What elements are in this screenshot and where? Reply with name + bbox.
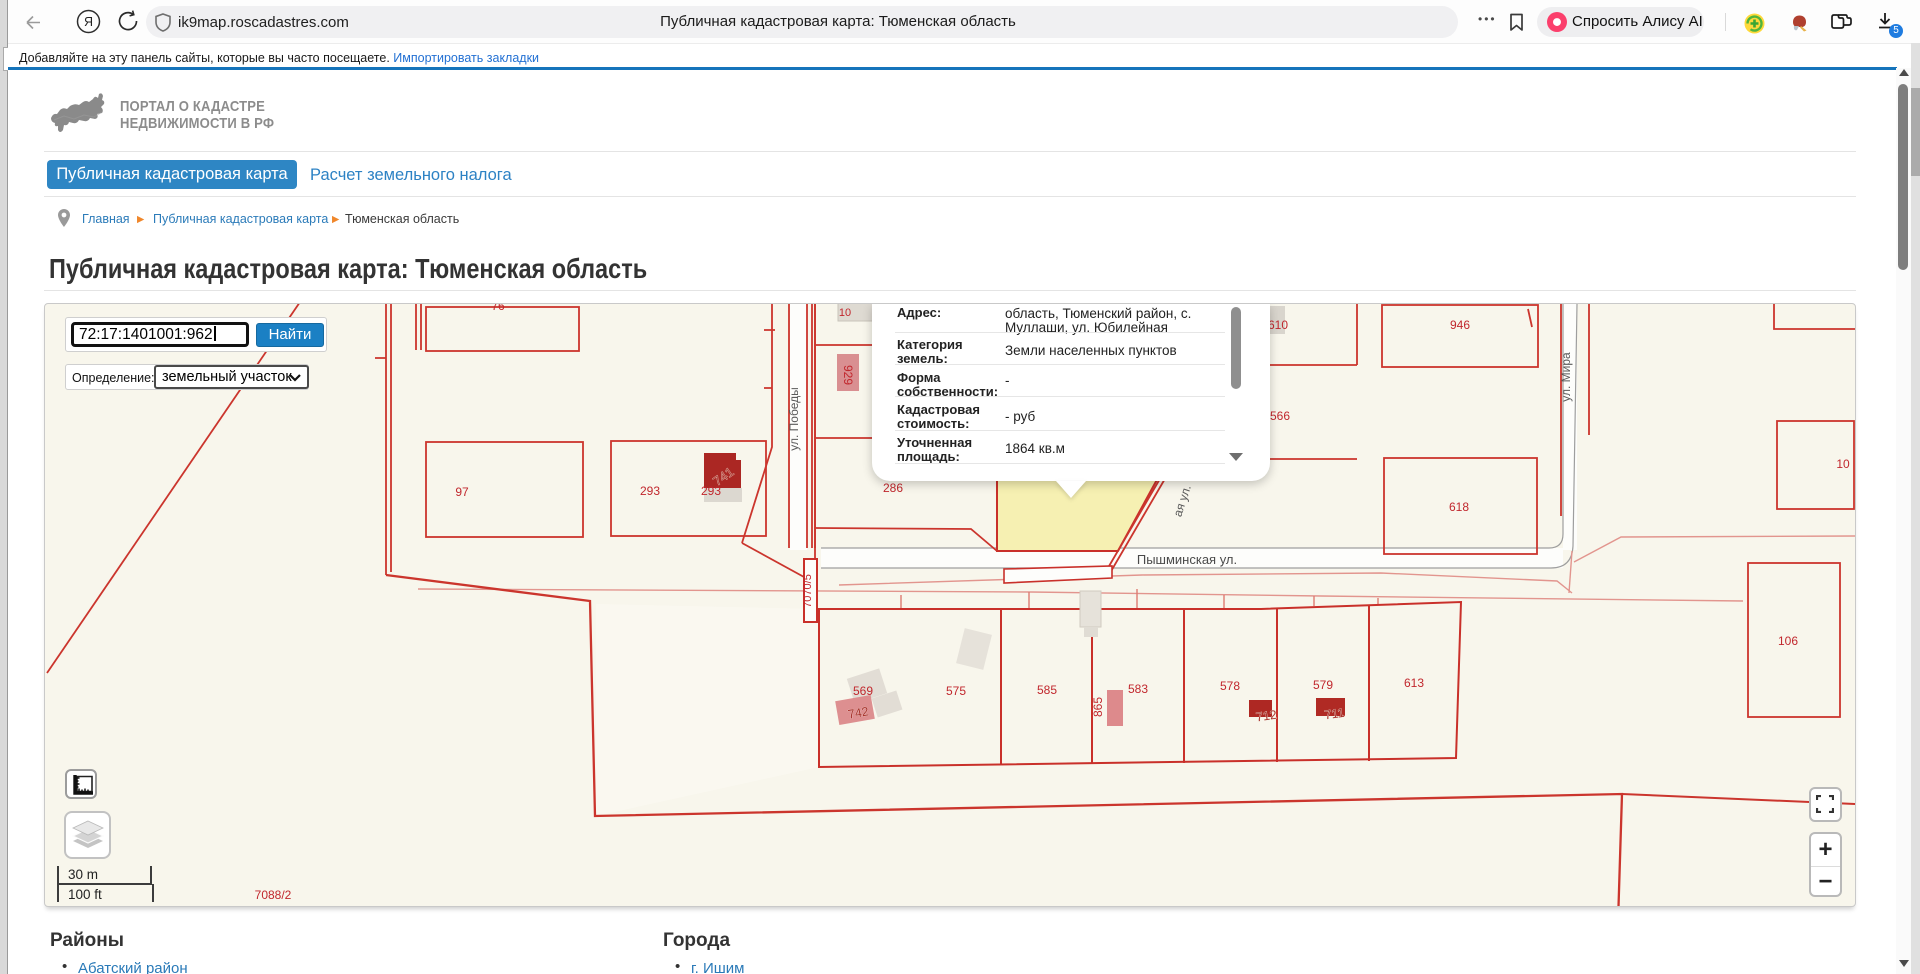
- svg-text:ул. Мира: ул. Мира: [1559, 352, 1573, 402]
- svg-text:610: 610: [1268, 318, 1288, 332]
- svg-text:613: 613: [1404, 676, 1424, 690]
- svg-text:7070/5: 7070/5: [802, 574, 814, 608]
- svg-text:97: 97: [455, 485, 469, 499]
- svg-text:286: 286: [883, 481, 903, 495]
- svg-text:7088/2: 7088/2: [255, 888, 292, 902]
- svg-text:30 m: 30 m: [68, 867, 98, 882]
- svg-text:293: 293: [640, 484, 660, 498]
- svg-text:929: 929: [841, 365, 855, 385]
- svg-text:100 ft: 100 ft: [68, 887, 102, 902]
- svg-text:946: 946: [1450, 318, 1470, 332]
- svg-text:Пышминская ул.: Пышминская ул.: [1137, 552, 1237, 567]
- svg-text:Я: Я: [84, 15, 93, 29]
- svg-text:711: 711: [1324, 706, 1346, 723]
- svg-text:712: 712: [1255, 708, 1278, 725]
- svg-text:10: 10: [1836, 457, 1850, 471]
- svg-text:106: 106: [1778, 634, 1798, 648]
- svg-text:583: 583: [1128, 682, 1148, 696]
- svg-text:865: 865: [1091, 697, 1105, 717]
- svg-text:10: 10: [839, 307, 851, 319]
- svg-text:ая ул.: ая ул.: [1171, 483, 1194, 518]
- svg-text:566: 566: [1270, 409, 1290, 423]
- svg-text:569: 569: [853, 684, 873, 698]
- svg-text:618: 618: [1449, 500, 1469, 514]
- svg-text:578: 578: [1220, 679, 1240, 693]
- svg-text:575: 575: [946, 684, 966, 698]
- svg-text:579: 579: [1313, 678, 1333, 692]
- svg-text:585: 585: [1037, 683, 1057, 697]
- svg-text:ул. Победы: ул. Победы: [787, 387, 801, 450]
- svg-text:76: 76: [491, 304, 505, 313]
